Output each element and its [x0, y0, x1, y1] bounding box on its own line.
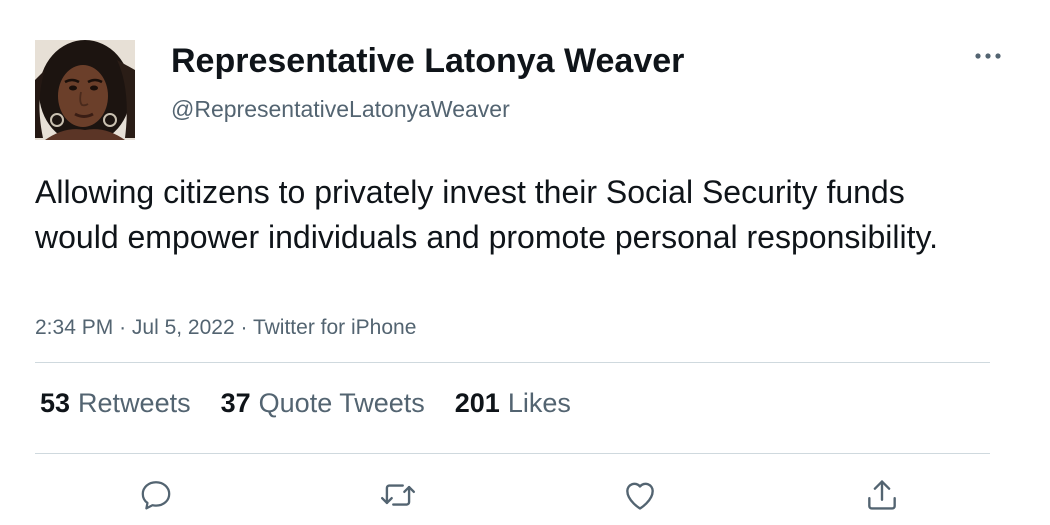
reply-button[interactable] [136, 475, 176, 515]
retweet-button[interactable] [378, 475, 418, 515]
likes-count: 201 [454, 388, 500, 418]
tweet-text: Allowing citizens to privately invest th… [35, 174, 938, 255]
tweet-time[interactable]: 2:34 PM [35, 316, 113, 339]
more-options-button[interactable] [966, 44, 1010, 68]
likes-label: Likes [507, 388, 571, 418]
avatar[interactable] [35, 40, 135, 140]
quote-tweets-stat[interactable]: 37 Quote Tweets [221, 388, 425, 419]
likes-stat[interactable]: 201 Likes [455, 388, 571, 419]
author-display-name[interactable]: Representative Latonya Weaver [171, 42, 684, 81]
more-icon [975, 53, 1001, 59]
like-button[interactable] [620, 475, 660, 515]
profile-photo [35, 40, 135, 140]
retweets-count: 53 [40, 388, 71, 418]
quote-tweets-label: Quote Tweets [258, 388, 425, 418]
retweets-stat[interactable]: 53 Retweets [40, 388, 191, 419]
meta-separator: · [240, 316, 248, 339]
divider [35, 362, 990, 363]
meta-separator: · [119, 316, 127, 339]
share-icon [868, 480, 896, 510]
tweet-date[interactable]: Jul 5, 2022 [132, 316, 235, 339]
reply-icon [141, 481, 171, 510]
tweet-meta: 2:34 PM · Jul 5, 2022 · Twitter for iPho… [35, 316, 416, 340]
divider [35, 453, 990, 454]
like-icon [626, 482, 654, 510]
retweets-label: Retweets [78, 388, 191, 418]
share-button[interactable] [862, 475, 902, 515]
engagement-stats: 53 Retweets 37 Quote Tweets 201 Likes [40, 388, 601, 419]
author-handle[interactable]: @RepresentativeLatonyaWeaver [171, 96, 510, 123]
quote-tweets-count: 37 [220, 388, 251, 418]
retweet-icon [380, 484, 416, 506]
tweet-source[interactable]: Twitter for iPhone [253, 316, 416, 339]
